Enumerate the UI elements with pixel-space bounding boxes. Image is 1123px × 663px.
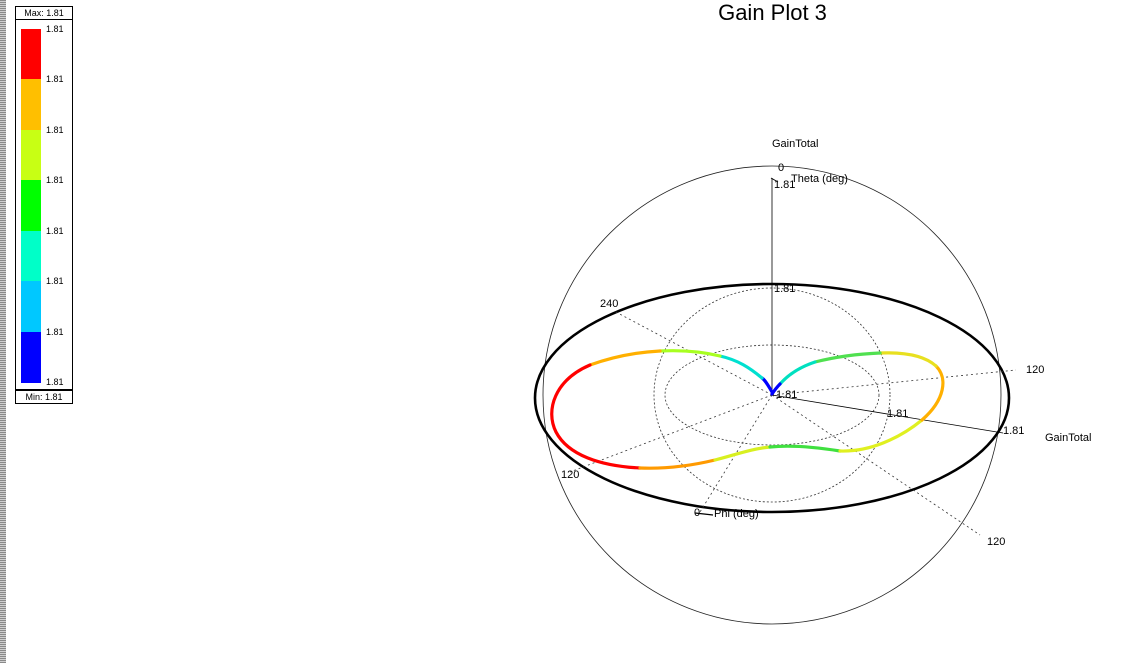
pattern-segment-blue (760, 376, 774, 394)
pattern-segment-cyan (718, 354, 764, 380)
theta-axis-label: Theta (deg) (791, 173, 848, 185)
phi-tick-label: 0 (694, 507, 700, 519)
pattern-segment-yellow (878, 351, 938, 368)
pattern-segment-green (768, 444, 842, 453)
phi-axis-label: Phi (deg) (714, 508, 759, 520)
pattern-segment-orange (920, 364, 945, 422)
pattern-segment-green (813, 351, 882, 364)
phi-tick-label: 120 (1026, 364, 1044, 376)
radial-tick-label: 1.81 (776, 389, 797, 401)
pattern-segment-orange (588, 349, 662, 367)
pattern-segment-cyan (778, 360, 817, 386)
radial-tick-label: 1.81 (774, 283, 795, 295)
gain-pattern-curve (550, 349, 945, 470)
phi-tick-label: 120 (987, 536, 1005, 548)
gaintotal-top-label: GainTotal (772, 138, 818, 150)
phi-spoke (771, 394, 981, 536)
pattern-segment-orange (638, 458, 717, 470)
pattern-segment-green (658, 349, 722, 358)
phi-tick-label: 120 (561, 469, 579, 481)
radial-tick-label: 1.81 (887, 408, 908, 420)
radial-tick-label: 1.81 (774, 179, 795, 191)
phi-spokes (569, 310, 1017, 536)
pattern-segment-yellow (713, 445, 772, 462)
radial-tick-label: 1.81 (1003, 425, 1024, 437)
theta-tick-label: 0 (778, 162, 784, 174)
phi-tick-label: 240 (600, 298, 618, 310)
gaintotal-right-label: GainTotal (1045, 432, 1091, 444)
phi-spoke (569, 394, 773, 473)
phi-spoke (771, 369, 1017, 396)
radiation-pattern-plot: GainTotal 0 Theta (deg) 1.81 1.81 240 12… (533, 138, 1091, 625)
